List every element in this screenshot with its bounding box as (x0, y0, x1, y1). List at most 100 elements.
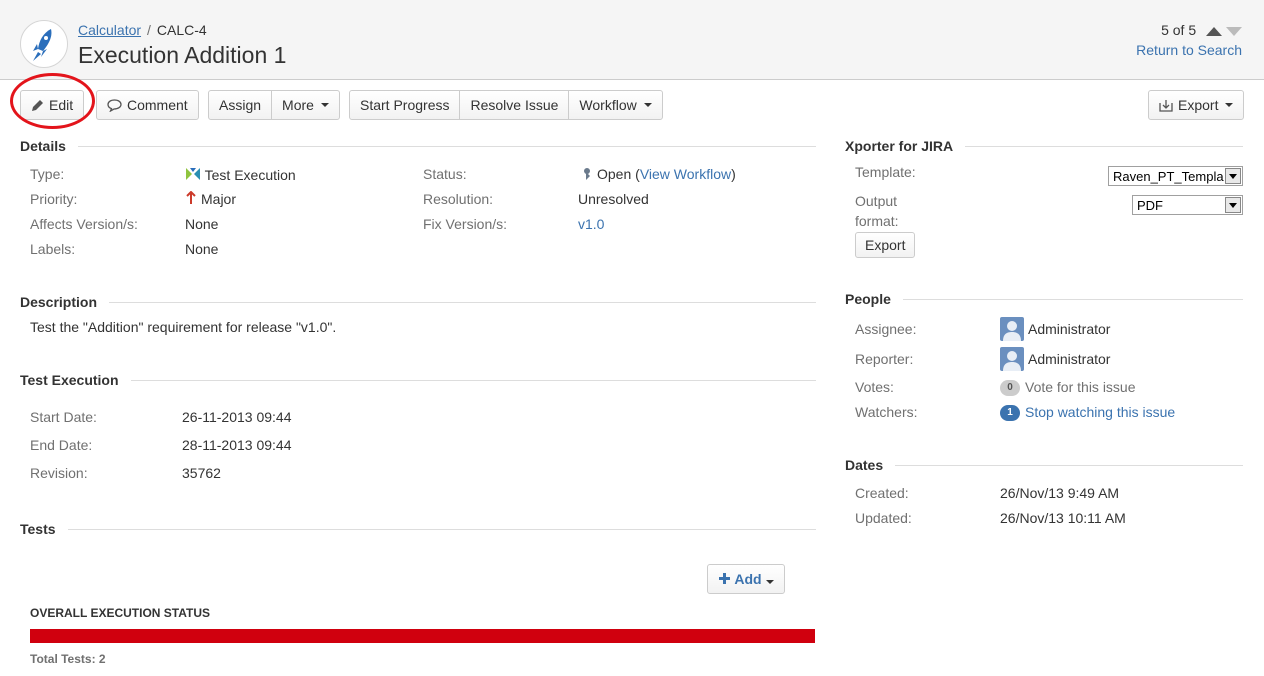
end-date-label: End Date: (30, 437, 93, 453)
tests-heading: Tests (20, 521, 816, 537)
breadcrumb-separator: / (147, 22, 151, 38)
votes-count-badge: 0 (1000, 380, 1020, 396)
edit-button[interactable]: Edit (21, 91, 83, 119)
status-open-icon (579, 168, 590, 180)
workflow-label: Workflow (579, 97, 637, 113)
template-select-value: Raven_PT_Templa (1113, 169, 1224, 184)
speech-bubble-icon (107, 98, 122, 112)
fix-version-link[interactable]: v1.0 (578, 216, 604, 232)
priority-value: Major (185, 190, 237, 207)
previous-issue-icon[interactable] (1206, 27, 1222, 37)
pager-position: 5 of 5 (1161, 22, 1197, 38)
type-value: Test Execution (185, 166, 296, 183)
comment-button[interactable]: Comment (97, 91, 198, 119)
return-to-search-link[interactable]: Return to Search (1136, 42, 1242, 58)
assignee-label: Assignee: (855, 321, 917, 337)
export-group: Export (1148, 90, 1245, 120)
end-date-value: 28-11-2013 09:44 (182, 437, 292, 453)
xporter-heading-text: Xporter for JIRA (845, 138, 954, 154)
votes-label: Votes: (855, 379, 894, 395)
rocket-icon (33, 29, 52, 61)
export-label: Export (1178, 97, 1219, 113)
fix-version-label: Fix Version/s: (423, 216, 508, 232)
assignee-value[interactable]: Administrator (1028, 321, 1110, 337)
chevron-down-icon (643, 103, 652, 107)
chevron-down-icon (320, 103, 329, 107)
dropdown-arrow-icon (1225, 197, 1241, 213)
template-label: Template: (855, 164, 916, 180)
created-label: Created: (855, 485, 909, 501)
updated-label: Updated: (855, 510, 912, 526)
description-heading: Description (20, 294, 816, 310)
watchers-label: Watchers: (855, 404, 918, 420)
priority-label: Priority: (30, 191, 78, 207)
overall-execution-status-label: OVERALL EXECUTION STATUS (30, 606, 211, 620)
chevron-down-icon (765, 580, 774, 584)
reporter-label: Reporter: (855, 351, 914, 367)
template-select[interactable]: Raven_PT_Templa (1108, 166, 1243, 186)
created-value: 26/Nov/13 9:49 AM (1000, 485, 1120, 501)
description-text[interactable]: Test the "Addition" requirement for rele… (30, 319, 336, 335)
output-format-select[interactable]: PDF (1132, 195, 1243, 215)
output-format-label-line1: Output (855, 193, 898, 209)
dropdown-arrow-icon (1225, 168, 1241, 184)
affects-version-value: None (185, 216, 219, 232)
reporter-avatar-icon[interactable] (1000, 347, 1024, 371)
assign-button[interactable]: Assign (209, 91, 273, 119)
revision-value: 35762 (182, 465, 221, 481)
page-title: Execution Addition 1 (78, 42, 287, 68)
test-execution-icon (186, 168, 200, 180)
export-dropdown[interactable]: Export (1149, 91, 1243, 119)
more-label: More (282, 97, 314, 113)
people-heading: People (845, 291, 1243, 307)
plus-icon (719, 573, 730, 584)
edit-button-group: Edit (20, 90, 85, 120)
start-date-label: Start Date: (30, 409, 97, 425)
output-format-select-value: PDF (1137, 198, 1163, 213)
people-heading-text: People (845, 291, 891, 307)
reporter-value[interactable]: Administrator (1028, 351, 1110, 367)
status-paren-close: ) (731, 166, 736, 182)
issue-key[interactable]: CALC-4 (157, 22, 207, 38)
start-date-value: 26-11-2013 09:44 (182, 409, 292, 425)
updated-value: 26/Nov/13 10:11 AM (1000, 510, 1126, 526)
resolution-value: Unresolved (578, 191, 649, 207)
more-dropdown[interactable]: More (272, 91, 339, 119)
xporter-export-button[interactable]: Export (855, 232, 916, 258)
labels-label: Labels: (30, 241, 76, 257)
pencil-icon (32, 99, 43, 111)
priority-major-icon (186, 190, 196, 204)
view-workflow-link[interactable]: View Workflow (640, 166, 731, 182)
resolve-issue-button[interactable]: Resolve Issue (460, 91, 570, 119)
resolution-label: Resolution: (423, 191, 494, 207)
stop-watching-link[interactable]: Stop watching this issue (1025, 404, 1175, 420)
total-tests: Total Tests: 2 (30, 652, 106, 666)
dates-heading: Dates (845, 457, 1243, 473)
breadcrumb-project-link[interactable]: Calculator (78, 22, 141, 38)
output-format-label-line2: format: (855, 213, 899, 229)
issue-pager: 5 of 5 (1161, 22, 1242, 39)
assign-more-group: Assign More (208, 90, 340, 120)
add-test-button[interactable]: Add (707, 564, 785, 594)
type-label: Type: (30, 166, 65, 182)
start-progress-button[interactable]: Start Progress (350, 91, 461, 119)
vote-link[interactable]: Vote for this issue (1025, 379, 1136, 395)
project-avatar[interactable] (20, 20, 68, 68)
revision-label: Revision: (30, 465, 88, 481)
assignee-avatar-icon[interactable] (1000, 317, 1024, 341)
test-execution-heading: Test Execution (20, 372, 816, 388)
add-test-label: Add (734, 571, 762, 587)
status-value: Open (View Workflow) (578, 166, 736, 182)
workflow-dropdown[interactable]: Workflow (569, 91, 661, 119)
dates-heading-text: Dates (845, 457, 884, 473)
export-icon (1159, 99, 1173, 112)
priority-value-text: Major (201, 191, 237, 207)
labels-value[interactable]: None (185, 241, 218, 257)
test-execution-heading-text: Test Execution (20, 372, 119, 388)
tests-heading-text: Tests (20, 521, 56, 537)
type-value-text: Test Execution (204, 167, 296, 183)
watchers-count-badge[interactable]: 1 (1000, 405, 1020, 421)
issue-header: Calculator / CALC-4 Execution Addition 1 5… (0, 0, 1264, 80)
comment-button-group: Comment (96, 90, 199, 120)
chevron-down-icon (1225, 103, 1234, 107)
